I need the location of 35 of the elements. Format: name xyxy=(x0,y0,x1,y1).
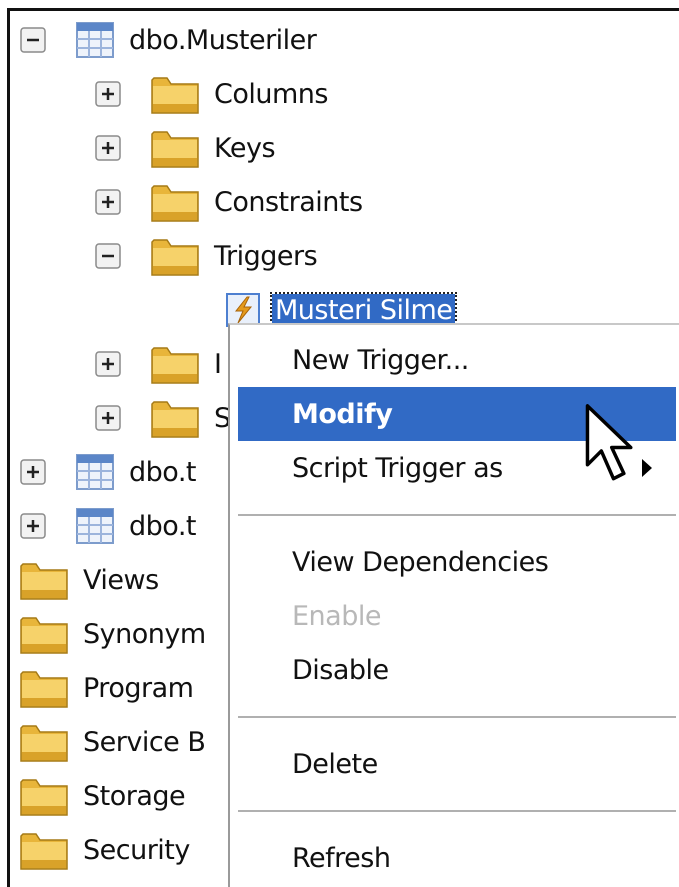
tree-item[interactable]: Views xyxy=(80,564,162,596)
tree-item[interactable]: Synonym xyxy=(80,618,209,650)
menu-item[interactable]: Script Trigger as xyxy=(238,441,676,495)
menu-item[interactable]: Refresh xyxy=(238,831,676,885)
menu-item[interactable]: New Trigger... xyxy=(238,333,676,387)
expand-icon[interactable] xyxy=(95,189,121,215)
tree-item[interactable]: Columns xyxy=(211,78,331,110)
expand-icon[interactable] xyxy=(20,459,46,485)
tree-item[interactable]: Security xyxy=(80,834,193,866)
expand-icon[interactable] xyxy=(95,81,121,107)
tree-item[interactable]: dbo.Musteriler xyxy=(126,24,320,56)
tree-item[interactable]: Storage xyxy=(80,780,188,812)
expand-icon[interactable] xyxy=(20,513,46,539)
menu-item[interactable]: View Dependencies xyxy=(238,535,676,589)
tree-item[interactable]: Triggers xyxy=(211,240,320,272)
collapse-icon[interactable] xyxy=(20,27,46,53)
expand-icon[interactable] xyxy=(95,405,121,431)
tree-item[interactable]: dbo.t xyxy=(126,510,199,542)
menu-item[interactable]: Delete xyxy=(238,737,676,791)
tree-item[interactable]: Keys xyxy=(211,132,278,164)
tree-item[interactable]: Program xyxy=(80,672,196,704)
submenu-arrow-icon xyxy=(642,459,652,477)
expand-icon[interactable] xyxy=(95,351,121,377)
tree-item[interactable]: dbo.t xyxy=(126,456,199,488)
tree-item[interactable]: I xyxy=(211,348,224,380)
lightning-icon xyxy=(226,293,260,327)
expand-icon[interactable] xyxy=(95,135,121,161)
table-icon xyxy=(76,21,114,59)
menu-item[interactable]: Modify xyxy=(238,387,676,441)
menu-item[interactable]: Disable xyxy=(238,643,676,697)
tree-item[interactable]: Service B xyxy=(80,726,208,758)
table-icon xyxy=(76,453,114,491)
collapse-icon[interactable] xyxy=(95,243,121,269)
tree-item[interactable]: Constraints xyxy=(211,186,366,218)
table-icon xyxy=(76,507,114,545)
